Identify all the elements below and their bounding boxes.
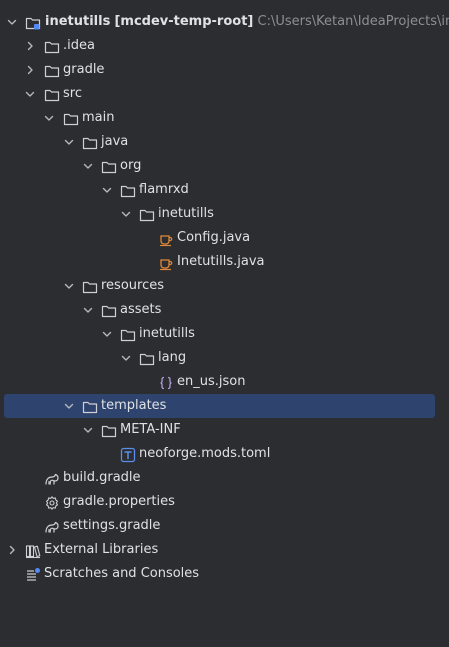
folder-icon xyxy=(44,87,60,103)
folder-icon xyxy=(82,135,98,151)
tree-item-label: Scratches and Consoles xyxy=(44,566,200,581)
tree-item-label: en_us.json xyxy=(177,374,246,389)
folder-icon xyxy=(101,303,117,319)
folder-icon xyxy=(139,351,155,367)
tree-item-label: neoforge.mods.toml xyxy=(139,446,271,461)
chevron-down-icon[interactable] xyxy=(63,280,75,292)
tree-row-inetutills-assets[interactable]: inetutills xyxy=(0,322,449,346)
tree-row-inetutills-package[interactable]: inetutills xyxy=(0,202,449,226)
tree-row-main[interactable]: main xyxy=(0,106,449,130)
tree-row-inetutills-java[interactable]: Inetutills.java xyxy=(0,250,449,274)
tree-row-meta-inf[interactable]: META-INF xyxy=(0,418,449,442)
tree-row-lang[interactable]: lang xyxy=(0,346,449,370)
folder-icon xyxy=(44,39,60,55)
chevron-down-icon[interactable] xyxy=(82,160,94,172)
folder-icon xyxy=(44,63,60,79)
chevron-right-icon[interactable] xyxy=(24,64,36,76)
tree-row-flamrxd[interactable]: flamrxd xyxy=(0,178,449,202)
tree-item-label: settings.gradle xyxy=(63,518,161,533)
folder-icon xyxy=(139,207,155,223)
tree-item-label: java xyxy=(101,134,129,149)
tree-item-label: External Libraries xyxy=(44,542,159,557)
tree-item-label: assets xyxy=(120,302,162,317)
java-file-icon xyxy=(158,231,174,247)
tree-item-label: src xyxy=(63,86,82,101)
tree-row-settings-gradle[interactable]: settings.gradle xyxy=(0,514,449,538)
tree-row-neoforge-mods-toml[interactable]: neoforge.mods.toml xyxy=(0,442,449,466)
tree-row-org[interactable]: org xyxy=(0,154,449,178)
gear-icon xyxy=(44,495,60,511)
chevron-down-icon[interactable] xyxy=(63,136,75,148)
folder-icon xyxy=(101,159,117,175)
chevron-down-icon[interactable] xyxy=(24,88,36,100)
folder-icon xyxy=(63,111,79,127)
module-name: [mcdev-temp-root] xyxy=(114,14,254,29)
tree-row-gradle-properties[interactable]: gradle.properties xyxy=(0,490,449,514)
chevron-down-icon[interactable] xyxy=(43,112,55,124)
folder-icon xyxy=(101,423,117,439)
tree-row-assets[interactable]: assets xyxy=(0,298,449,322)
gradle-icon xyxy=(44,471,60,487)
chevron-down-icon[interactable] xyxy=(101,184,113,196)
tree-item-label: org xyxy=(120,158,142,173)
tree-item-label: gradle xyxy=(63,62,105,77)
libraries-icon xyxy=(25,543,41,559)
json-file-icon xyxy=(158,375,174,391)
tree-row-scratches-and-consoles[interactable]: Scratches and Consoles xyxy=(0,562,449,586)
tree-item-label: flamrxd xyxy=(139,182,189,197)
project-name: inetutills xyxy=(45,14,111,29)
tree-row-java[interactable]: java xyxy=(0,130,449,154)
tree-row-templates[interactable]: templates xyxy=(0,394,449,418)
tree-row-gradle-folder[interactable]: gradle xyxy=(0,58,449,82)
tree-row-resources[interactable]: resources xyxy=(0,274,449,298)
tree-row-external-libraries[interactable]: External Libraries xyxy=(0,538,449,562)
tree-item-label: Inetutills.java xyxy=(177,254,265,269)
tree-row-config-java[interactable]: Config.java xyxy=(0,226,449,250)
tree-item-label: build.gradle xyxy=(63,470,141,485)
scratches-icon xyxy=(25,567,41,583)
folder-icon xyxy=(82,279,98,295)
chevron-down-icon[interactable] xyxy=(120,208,132,220)
tree-item-label: main xyxy=(82,110,115,125)
chevron-down-icon[interactable] xyxy=(82,424,94,436)
tree-row-src[interactable]: src xyxy=(0,82,449,106)
tree-row-build-gradle[interactable]: build.gradle xyxy=(0,466,449,490)
tree-item-label: gradle.properties xyxy=(63,494,175,509)
folder-icon xyxy=(82,399,98,415)
module-folder-icon xyxy=(25,15,41,31)
tree-item-label: resources xyxy=(101,278,165,293)
tree-row-project-root[interactable]: inetutills [mcdev-temp-root] C:\Users\Ke… xyxy=(0,10,449,34)
chevron-down-icon[interactable] xyxy=(6,16,18,28)
tree-item-label: META-INF xyxy=(120,422,181,437)
chevron-down-icon[interactable] xyxy=(63,400,75,412)
tree-item-label: inetutills xyxy=(139,326,195,341)
folder-icon xyxy=(120,327,136,343)
tree-row-idea[interactable]: .idea xyxy=(0,34,449,58)
tree-item-label: templates xyxy=(101,398,167,413)
chevron-right-icon[interactable] xyxy=(24,40,36,52)
tree-item-label: inetutills xyxy=(158,206,214,221)
gradle-icon xyxy=(44,519,60,535)
tree-item-label: Config.java xyxy=(177,230,251,245)
tree-item-label: lang xyxy=(158,350,187,365)
chevron-right-icon[interactable] xyxy=(6,544,18,556)
tree-row-en-us-json[interactable]: en_us.json xyxy=(0,370,449,394)
chevron-down-icon[interactable] xyxy=(120,352,132,364)
project-path: C:\Users\Ketan\IdeaProjects\inetutills xyxy=(257,14,449,29)
java-file-icon xyxy=(158,255,174,271)
tree-item-label: .idea xyxy=(63,38,95,53)
chevron-down-icon[interactable] xyxy=(101,328,113,340)
chevron-down-icon[interactable] xyxy=(82,304,94,316)
project-tree: inetutills [mcdev-temp-root] C:\Users\Ke… xyxy=(0,0,449,647)
toml-file-icon xyxy=(120,447,136,463)
folder-icon xyxy=(120,183,136,199)
